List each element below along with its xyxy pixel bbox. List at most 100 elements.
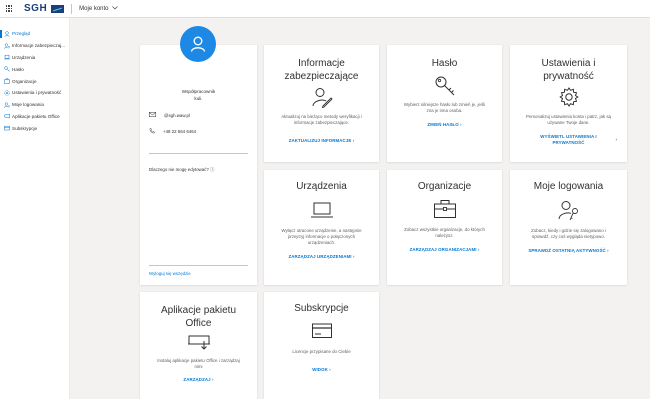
header-divider xyxy=(71,3,73,14)
app-title-menu[interactable]: Moje konto xyxy=(79,5,118,12)
card-link-label: ZAKTUALIZUJ INFORMACJE xyxy=(288,138,352,143)
avatar[interactable] xyxy=(180,26,216,62)
sidebar-item-label: Urządzenia xyxy=(12,54,36,60)
card-link-label: SPRAWDŹ OSTATNIĄ AKTYWNOŚĆ xyxy=(528,247,606,253)
security-info-icon xyxy=(264,86,379,108)
card-description: Zobacz wszystkie organizacje, do których… xyxy=(404,226,485,238)
key-icon xyxy=(3,66,10,73)
phone-icon xyxy=(149,128,155,135)
chevron-right-icon: › xyxy=(212,377,214,382)
org-logo-text: SGH xyxy=(24,3,48,14)
profile-phone-row: +48 22 564 6464 xyxy=(149,128,196,135)
sign-ins-icon xyxy=(3,102,10,108)
chevron-right-icon: › xyxy=(329,366,331,372)
card-link-label: ZMIEŃ HASŁO xyxy=(427,121,459,127)
card-description: Licencje przypisane do Ciebie xyxy=(292,348,351,354)
view-settings-privacy-link[interactable]: WYŚWIETL USTAWIENIA I PRYWATNOŚĆ › xyxy=(510,134,627,146)
manage-organizations-link[interactable]: ZARZĄDZAJ ORGANIZACJAMI › xyxy=(387,247,502,253)
card-description: Wybierz silniejsze hasło lub zmień je, j… xyxy=(403,101,486,113)
briefcase-icon xyxy=(3,78,10,84)
profile-name: Współpracownik kuli. xyxy=(140,88,257,102)
review-recent-activity-link[interactable]: SPRAWDŹ OSTATNIĄ AKTYWNOŚĆ › xyxy=(510,248,627,254)
card-link-label: ZARZĄDZAJ xyxy=(183,377,211,382)
profile-email: @sgh.waw.pl xyxy=(164,112,190,118)
card-title: Subskrypcje xyxy=(294,303,349,314)
chevron-right-icon: › xyxy=(615,137,617,142)
sidebar-item-label: Ustawienia i prywatność xyxy=(12,90,62,96)
chevron-right-icon: › xyxy=(607,247,609,253)
profile-phone: +48 22 564 6464 xyxy=(163,129,197,134)
card-devices: Urządzenia Wyłącz utracone urządzenie, a… xyxy=(264,170,379,285)
chevron-right-icon: › xyxy=(460,121,462,127)
person-icon xyxy=(3,31,10,37)
profile-divider xyxy=(149,265,248,266)
card-title: Ustawienia i prywatność xyxy=(541,58,596,82)
sign-out-everywhere-link[interactable]: Wyloguj się wszędzie xyxy=(149,271,191,276)
manage-devices-link[interactable]: ZARZĄDZAJ URZĄDZENIAMI › xyxy=(264,254,379,260)
card-title: Hasło xyxy=(431,58,458,69)
laptop-icon xyxy=(3,54,10,60)
gear-icon xyxy=(3,90,10,96)
person-icon xyxy=(190,36,206,52)
card-my-sign-ins: Moje logowania Zobacz, kiedy i gdzie się… xyxy=(510,170,627,285)
card-description: Personalizuj ustawienia konta i patrz, j… xyxy=(526,114,611,125)
app-title: Moje konto xyxy=(79,5,109,12)
sidebar: Przegląd Informacje zabezpieczaj... Urzą… xyxy=(0,18,70,399)
briefcase-icon xyxy=(387,199,502,221)
card-link-label: WIDOK xyxy=(312,366,328,372)
card-description: Aktualizuj na bieżąco metody weryfikacji… xyxy=(281,114,362,125)
card-title: Aplikacje pakietu Office xyxy=(160,305,237,329)
change-password-link[interactable]: ZMIEŃ HASŁO › xyxy=(387,122,502,128)
manage-office-apps-link[interactable]: ZARZĄDZAJ › xyxy=(140,377,257,383)
sidebar-item-label: Przegląd xyxy=(12,31,31,37)
card-link-label: ZARZĄDZAJ ORGANIZACJAMI xyxy=(409,246,477,252)
sidebar-item-overview[interactable]: Przegląd xyxy=(0,28,69,40)
sidebar-item-subscriptions[interactable]: Subskrypcje xyxy=(0,122,69,134)
office-apps-icon xyxy=(3,113,10,119)
card-title: Organizacje xyxy=(417,181,472,192)
sidebar-item-label: Aplikacje pakietu Office xyxy=(12,113,60,119)
card-organizations: Organizacje Zobacz wszystkie organizacje… xyxy=(387,170,502,285)
view-subscriptions-link[interactable]: WIDOK › xyxy=(264,367,379,373)
card-description: Instaluj aplikacje pakietu Office i zarz… xyxy=(157,358,240,369)
sidebar-item-organizations[interactable]: Organizacje xyxy=(0,75,69,87)
card-title: Urządzenia xyxy=(296,181,347,192)
security-info-icon xyxy=(3,43,10,49)
card-title: Moje logowania xyxy=(533,181,604,192)
why-cant-edit-link[interactable]: Dlaczego nie mogę edytować? ⓘ xyxy=(149,167,214,173)
profile-email-row: @sgh.waw.pl xyxy=(149,112,190,118)
sidebar-item-my-sign-ins[interactable]: Moje logowania xyxy=(0,99,69,111)
sidebar-item-settings-privacy[interactable]: Ustawienia i prywatność xyxy=(0,87,69,99)
sidebar-item-label: Organizacje xyxy=(12,78,37,84)
install-apps-icon xyxy=(140,335,257,353)
profile-name-line1: Współpracownik xyxy=(181,89,216,94)
sidebar-item-label: Subskrypcje xyxy=(12,125,38,131)
card-password: Hasło Wybierz silniejsze hasło lub zmień… xyxy=(387,45,502,162)
card-office-apps: Aplikacje pakietu Office Instaluj aplika… xyxy=(140,292,257,399)
card-settings-privacy: Ustawienia i prywatność Personalizuj ust… xyxy=(510,45,627,162)
card-link-label-line2: PRYWATNOŚĆ xyxy=(552,140,585,145)
sidebar-item-security-info[interactable]: Informacje zabezpieczaj... xyxy=(0,40,69,52)
laptop-icon xyxy=(264,201,379,221)
sidebar-item-label: Hasło xyxy=(12,66,24,72)
profile-card: Współpracownik kuli. @sgh.waw.pl +48 22 … xyxy=(140,26,257,285)
card-description: Wyłącz utracone urządzenie, a następnie … xyxy=(281,227,362,245)
sidebar-item-devices[interactable]: Urządzenia xyxy=(0,52,69,64)
app-launcher-button[interactable] xyxy=(0,0,18,18)
org-logo-mark xyxy=(51,4,65,13)
sidebar-item-password[interactable]: Hasło xyxy=(0,63,69,75)
sign-ins-icon xyxy=(510,199,627,221)
sidebar-item-office-apps[interactable]: Aplikacje pakietu Office xyxy=(0,111,69,123)
org-logo[interactable]: SGH xyxy=(24,3,65,14)
profile-divider xyxy=(149,153,248,154)
key-icon xyxy=(387,75,502,97)
chevron-right-icon: › xyxy=(352,138,355,143)
sidebar-item-label: Informacje zabezpieczaj... xyxy=(12,43,66,49)
chevron-right-icon: › xyxy=(352,253,355,259)
subscription-icon xyxy=(264,322,379,342)
update-info-link[interactable]: ZAKTUALIZUJ INFORMACJE › xyxy=(264,138,379,144)
profile-name-line2: kuli. xyxy=(194,96,203,101)
card-title: Informacje zabezpieczające xyxy=(284,58,359,82)
card-description: Zobacz, kiedy i gdzie się zalogowano i s… xyxy=(531,227,606,239)
subscription-icon xyxy=(3,125,10,131)
